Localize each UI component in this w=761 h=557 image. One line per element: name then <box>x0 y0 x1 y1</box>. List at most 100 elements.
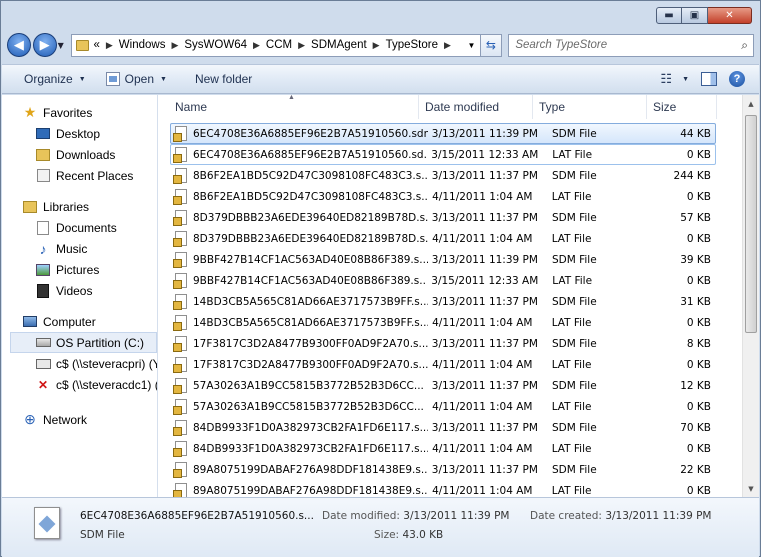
chevron-right-icon: ▶ <box>253 39 260 50</box>
nav-favorites[interactable]: ★ Favorites <box>2 102 157 123</box>
column-name-label: Name <box>175 100 208 114</box>
forward-button[interactable]: ▶ <box>32 33 57 57</box>
file-name: 8D379DBBB23A6EDE39640ED82189B78D.s... <box>193 211 428 224</box>
nav-label: Recent Places <box>56 168 134 183</box>
file-row[interactable]: 6EC4708E36A6885EF96E2B7A51910560.sdm 3/13… <box>170 123 716 144</box>
details-modified-label: Date modified: <box>322 510 400 522</box>
breadcrumb-syswow64[interactable]: SysWOW64 <box>184 39 247 51</box>
breadcrumb-overflow[interactable]: « <box>93 39 99 51</box>
vertical-scrollbar[interactable]: ▲ ▼ <box>742 95 759 497</box>
column-name[interactable]: ▲ Name <box>158 95 419 119</box>
new-folder-label: New folder <box>194 72 253 86</box>
nav-network[interactable]: ⊕ Network <box>2 409 157 430</box>
breadcrumb-ccm[interactable]: CCM <box>266 39 292 51</box>
address-bar[interactable]: « ▶ Windows ▶ SysWOW64 ▶ CCM ▶ SDMAgent … <box>71 33 481 57</box>
file-name: 57A30263A1B9CC5815B3772B52B3D6CC... <box>193 379 424 392</box>
details-date-modified: Date modified: 3/13/2011 11:39 PM <box>322 510 509 522</box>
music-icon: ♪ <box>39 240 47 257</box>
new-folder-button[interactable]: New folder <box>177 67 262 91</box>
file-date-modified: 3/13/2011 11:37 PM <box>431 463 538 476</box>
nav-downloads[interactable]: Downloads <box>2 144 157 165</box>
disconnected-drive-icon: ✕ <box>37 377 49 392</box>
file-size: 0 KB <box>686 484 711 497</box>
back-button[interactable]: ◀ <box>7 33 31 57</box>
nav-desktop[interactable]: Desktop <box>2 123 157 144</box>
file-row[interactable]: 89A8075199DABAF276A98DDF181438E9.s... 4/1… <box>170 480 716 497</box>
sdm-file-large-icon <box>34 507 60 539</box>
search-icon[interactable]: ⌕ <box>741 38 748 53</box>
column-type[interactable]: Type <box>533 95 647 119</box>
nav-videos[interactable]: Videos <box>2 280 157 301</box>
file-row[interactable]: 57A30263A1B9CC5815B3772B52B3D6CC... 4/11/… <box>170 396 716 417</box>
file-row[interactable]: 9BBF427B14CF1AC563AD40E08B86F389.s... 3/1… <box>170 249 716 270</box>
file-row[interactable]: 14BD3CB5A565C81AD66AE3717573B9FF.s... 3/1… <box>170 291 716 312</box>
nav-network-drive-z[interactable]: ✕ c$ (\\steveracdc1) (Z <box>2 374 157 395</box>
file-size: 0 KB <box>686 358 711 371</box>
close-button[interactable]: ✕ <box>708 7 752 24</box>
breadcrumb-sdmagent[interactable]: SDMAgent <box>311 39 367 51</box>
file-row[interactable]: 57A30263A1B9CC5815B3772B52B3D6CC... 3/13/… <box>170 375 716 396</box>
file-row[interactable]: 89A8075199DABAF276A98DDF181438E9.s... 3/1… <box>170 459 716 480</box>
help-icon[interactable]: ? <box>729 71 745 87</box>
maximize-button[interactable]: ▣ <box>682 7 708 24</box>
details-file-type: SDM File <box>80 529 125 541</box>
file-name: 17F3817C3D2A8477B9300FF0AD9F2A70.s... <box>193 358 429 371</box>
file-name: 9BBF427B14CF1AC563AD40E08B86F389.s... <box>193 274 428 287</box>
drive-icon <box>35 335 51 351</box>
star-icon: ★ <box>23 104 37 120</box>
nav-computer[interactable]: Computer <box>2 311 157 332</box>
file-row[interactable]: 8D379DBBB23A6EDE39640ED82189B78D.s... 3/1… <box>170 207 716 228</box>
file-date-modified: 4/11/2011 1:04 AM <box>432 358 533 371</box>
file-row[interactable]: 84DB9933F1D0A382973CB2FA1FD6E117.s... 4/1… <box>170 438 716 459</box>
breadcrumb-windows[interactable]: Windows <box>119 39 166 51</box>
nav-music[interactable]: ♪ Music <box>2 238 157 259</box>
nav-os-partition[interactable]: OS Partition (C:) <box>10 332 157 353</box>
details-size-value: 43.0 KB <box>402 529 444 541</box>
scrollbar-thumb[interactable] <box>745 115 757 333</box>
recent-pages-dropdown-icon[interactable]: ▼ <box>58 41 68 50</box>
file-date-modified: 3/13/2011 11:37 PM <box>431 421 538 434</box>
main-area: ★ Favorites Desktop Downloads Recent Pla… <box>2 95 759 497</box>
scroll-down-icon[interactable]: ▼ <box>743 480 759 497</box>
file-row[interactable]: 8B6F2EA1BD5C92D47C3098108FC483C3.s... 4/1… <box>170 186 716 207</box>
organize-label: Organize <box>24 72 73 86</box>
file-row[interactable]: 14BD3CB5A565C81AD66AE3717573B9FF.s... 4/1… <box>170 312 716 333</box>
nav-recent-places[interactable]: Recent Places <box>2 165 157 186</box>
desktop-icon <box>35 126 51 142</box>
file-list: 6EC4708E36A6885EF96E2B7A51910560.sdm 3/13… <box>158 123 732 497</box>
preview-pane-icon[interactable] <box>701 72 717 86</box>
file-row[interactable]: 8D379DBBB23A6EDE39640ED82189B78D.s... 4/1… <box>170 228 716 249</box>
minimize-button[interactable]: ▬ <box>656 7 682 24</box>
change-view-icon[interactable]: ☷ <box>656 71 676 87</box>
file-type: LAT File <box>551 400 592 413</box>
nav-label: Pictures <box>56 262 100 277</box>
view-dropdown-icon[interactable]: ▼ <box>682 76 689 83</box>
file-row[interactable]: 8B6F2EA1BD5C92D47C3098108FC483C3.s... 3/1… <box>170 165 716 186</box>
nav-documents[interactable]: Documents <box>2 217 157 238</box>
file-row[interactable]: 17F3817C3D2A8477B9300FF0AD9F2A70.s... 3/1… <box>170 333 716 354</box>
column-date-modified[interactable]: Date modified <box>419 95 533 119</box>
caption-buttons: ▬ ▣ ✕ <box>656 7 752 24</box>
search-input[interactable]: Search TypeStore ⌕ <box>508 33 754 57</box>
file-size: 244 KB <box>673 169 711 182</box>
open-button[interactable]: Open ▼ <box>96 67 177 91</box>
organize-button[interactable]: Organize ▼ <box>2 67 96 91</box>
file-icon <box>173 294 187 310</box>
nav-libraries[interactable]: Libraries <box>2 196 157 217</box>
file-name: 17F3817C3D2A8477B9300FF0AD9F2A70.s... <box>193 337 428 350</box>
refresh-button[interactable]: ⇆ <box>480 33 503 57</box>
file-row[interactable]: 9BBF427B14CF1AC563AD40E08B86F389.s... 3/1… <box>170 270 716 291</box>
library-icon <box>22 199 38 215</box>
file-row[interactable]: 6EC4708E36A6885EF96E2B7A51910560.sd... 3/… <box>170 144 716 165</box>
file-row[interactable]: 84DB9933F1D0A382973CB2FA1FD6E117.s... 3/1… <box>170 417 716 438</box>
scroll-up-icon[interactable]: ▲ <box>743 95 759 112</box>
file-row[interactable]: 17F3817C3D2A8477B9300FF0AD9F2A70.s... 4/1… <box>170 354 716 375</box>
nav-pictures[interactable]: Pictures <box>2 259 157 280</box>
breadcrumb-typestore[interactable]: TypeStore <box>386 39 438 51</box>
chevron-right-icon: ▶ <box>444 39 451 50</box>
nav-network-drive-y[interactable]: c$ (\\steveracpri) (Y: <box>2 353 157 374</box>
address-dropdown-icon[interactable]: ▼ <box>464 41 480 50</box>
column-size[interactable]: Size <box>647 95 717 119</box>
file-size: 31 KB <box>680 295 711 308</box>
open-icon <box>105 72 120 86</box>
